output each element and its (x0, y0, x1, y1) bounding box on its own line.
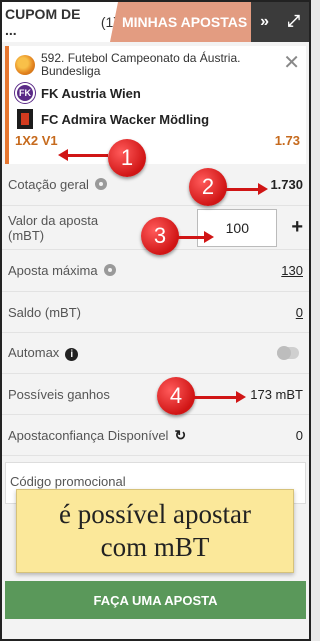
home-team-name: FK Austria Wien (41, 85, 141, 101)
league-name: 592. Futebol Campeonato da Áustria. Bund… (41, 51, 241, 78)
annotation-marker-4: 4 (157, 377, 195, 415)
tab-icon-group: » ⤢ (251, 2, 309, 42)
annotation-arrow-4 (194, 391, 246, 403)
max-bet-label: Aposta máxima (8, 263, 98, 278)
annotation-marker-2: 2 (189, 168, 227, 206)
annotation-marker-3: 3 (141, 217, 179, 255)
austria-wien-crest-icon: FK (15, 83, 35, 103)
selection-odd: 1.73 (274, 133, 300, 148)
home-team-row: FK FK Austria Wien (15, 83, 300, 103)
tab-bet-slip-label: CUPOM DE ... (5, 6, 81, 38)
bet-slip-panel: CUPOM DE ... (1) MINHAS APOSTAS » ⤢ ✕ 59… (0, 0, 311, 641)
bet-form: Cotação geral 1.730 Valor da aposta (mBT… (2, 164, 309, 456)
info-icon[interactable]: i (65, 348, 79, 361)
tab-my-bets-label: MINHAS APOSTAS (122, 14, 248, 30)
max-bet-link[interactable]: 130 (281, 263, 303, 278)
gear-icon[interactable] (94, 178, 107, 190)
confidence-value: 0 (295, 427, 303, 443)
annotation-callout: é possível apostar com mBT (16, 489, 294, 573)
automax-toggle[interactable] (277, 346, 299, 360)
selection-card: ✕ 592. Futebol Campeonato da Áustria. Bu… (5, 46, 306, 164)
league-row: 592. Futebol Campeonato da Áustria. Bund… (15, 52, 300, 78)
increase-stake-button[interactable]: + (291, 216, 303, 239)
confidence-row: Apostaconfiança Disponível ↻ 0 (2, 415, 309, 456)
annotation-marker-1: 1 (108, 139, 146, 177)
double-chevron-right-icon[interactable]: » (260, 13, 269, 31)
away-team-row: FC Admira Wacker Mödling (15, 109, 300, 129)
confidence-label: Apostaconfiança Disponível (8, 427, 169, 443)
close-icon[interactable]: ✕ (283, 50, 300, 75)
balance-value[interactable]: 0 (296, 305, 303, 320)
football-icon (15, 55, 35, 75)
place-bet-button[interactable]: FAÇA UMA APOSTA (5, 581, 306, 619)
refresh-icon[interactable]: ↻ (174, 427, 186, 443)
automax-label: Automax (8, 345, 60, 360)
winnings-label: Possíveis ganhos (8, 386, 110, 402)
balance-label: Saldo (mBT) (8, 304, 81, 320)
tab-bar: CUPOM DE ... (1) MINHAS APOSTAS » ⤢ (2, 2, 309, 42)
callout-line-1: é possível apostar (59, 499, 251, 529)
balance-row: Saldo (mBT) 0 (2, 292, 309, 333)
annotation-arrow-1 (58, 149, 108, 161)
gear-icon[interactable] (103, 264, 116, 276)
expand-icon[interactable]: ⤢ (287, 13, 300, 31)
automax-row: Automax i (2, 333, 309, 374)
tab-my-bets[interactable]: MINHAS APOSTAS (110, 2, 251, 42)
annotation-arrow-3 (178, 231, 214, 243)
admira-crest-icon (17, 109, 33, 129)
winnings-value: 173 mBT (250, 386, 303, 402)
max-bet-row: Aposta máxima 130 (2, 250, 309, 292)
tab-bet-slip[interactable]: CUPOM DE ... (1) (2, 2, 118, 42)
annotation-arrow-2 (226, 183, 268, 195)
stake-label: Valor da aposta (mBT) (8, 212, 99, 243)
market-row: 1X2 V1 1.73 (15, 133, 300, 148)
market-name: 1X2 V1 (15, 133, 58, 148)
total-odds-label: Cotação geral (8, 177, 89, 192)
callout-line-2: com mBT (100, 532, 210, 562)
away-team-name: FC Admira Wacker Mödling (41, 111, 210, 127)
total-odds-value: 1.730 (270, 177, 303, 192)
winnings-row: Possíveis ganhos 173 mBT (2, 374, 309, 415)
